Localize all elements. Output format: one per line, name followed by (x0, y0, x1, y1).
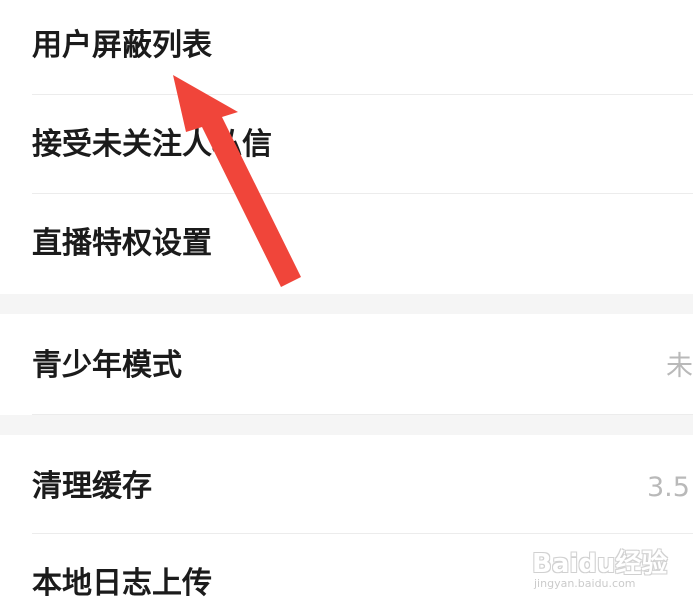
settings-item-teen-mode[interactable]: 青少年模式 未 (0, 314, 693, 414)
baidu-jingyan-watermark: Baidu经验 jingyan.baidu.com (532, 543, 672, 591)
section-gap (0, 294, 693, 314)
section-gap (0, 415, 693, 435)
watermark-url: jingyan.baidu.com (534, 577, 636, 590)
settings-item-value: 未 (666, 351, 693, 382)
settings-item-label: 本地日志上传 (32, 566, 212, 600)
settings-item-label: 清理缓存 (32, 469, 152, 504)
settings-item-label: 用户屏蔽列表 (32, 28, 212, 63)
settings-item-label: 直播特权设置 (32, 226, 212, 261)
settings-page: 用户屏蔽列表 接受未关注人私信 直播特权设置 青少年模式 未 清理缓存 3.5 … (0, 0, 693, 600)
settings-item-value: 3.5 (647, 472, 690, 503)
watermark-logo: Baidu经验 (532, 549, 668, 579)
settings-item-live-privilege[interactable]: 直播特权设置 (0, 194, 693, 294)
settings-item-accept-stranger-messages[interactable]: 接受未关注人私信 (0, 95, 693, 193)
settings-item-label: 青少年模式 (32, 348, 182, 383)
settings-item-label: 接受未关注人私信 (32, 127, 272, 162)
settings-item-clear-cache[interactable]: 清理缓存 3.5 (0, 435, 693, 533)
settings-item-user-block-list[interactable]: 用户屏蔽列表 (0, 0, 693, 94)
